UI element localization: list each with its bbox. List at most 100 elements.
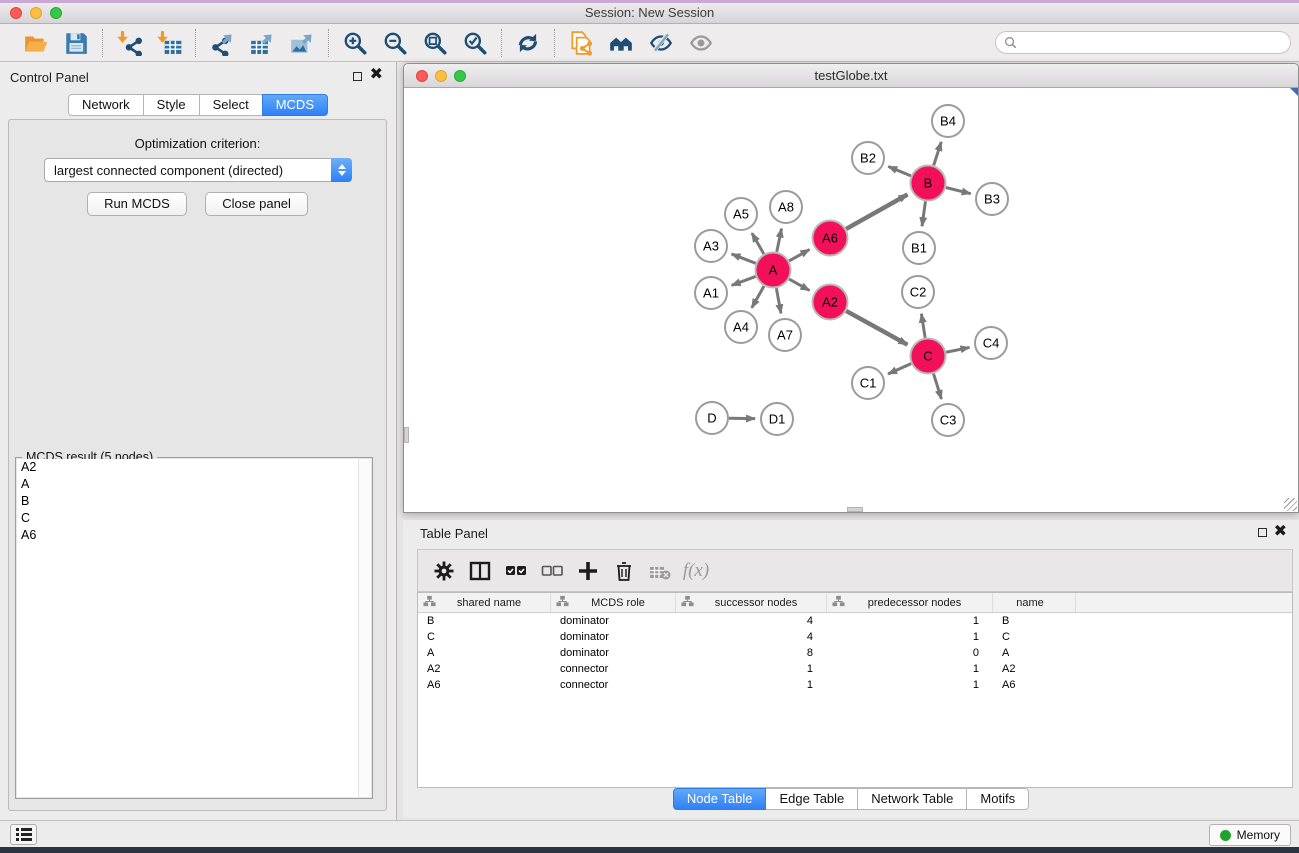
table-cell[interactable]: B bbox=[993, 615, 1076, 627]
run-mcds-button[interactable]: Run MCDS bbox=[87, 192, 187, 216]
export-network-button[interactable] bbox=[206, 28, 238, 58]
tab-network[interactable]: Network bbox=[68, 94, 144, 116]
table-cell[interactable]: 0 bbox=[827, 647, 993, 659]
graph-edge-C-C3[interactable] bbox=[934, 374, 942, 399]
save-session-button[interactable] bbox=[60, 28, 92, 58]
table-cell[interactable]: A2 bbox=[418, 663, 551, 675]
show-all-button[interactable] bbox=[685, 28, 717, 58]
show-columns-button[interactable] bbox=[462, 554, 498, 588]
home-button[interactable] bbox=[605, 28, 637, 58]
hide-selected-button[interactable] bbox=[645, 28, 677, 58]
table-cell[interactable]: connector bbox=[551, 679, 676, 691]
import-table-button[interactable] bbox=[153, 28, 185, 58]
table-row[interactable]: A2connector11A2 bbox=[418, 661, 1292, 677]
graph-edge-A-A3[interactable] bbox=[732, 254, 756, 263]
table-cell[interactable]: B bbox=[418, 615, 551, 627]
graph-edge-B-B1[interactable] bbox=[922, 201, 925, 226]
zoom-out-button[interactable] bbox=[379, 28, 411, 58]
task-history-button[interactable] bbox=[10, 824, 37, 845]
table-cell[interactable]: 1 bbox=[827, 663, 993, 675]
table-cell[interactable]: C bbox=[418, 631, 551, 643]
graph-edge-A-A2[interactable] bbox=[789, 279, 809, 290]
search-input[interactable] bbox=[1022, 36, 1290, 50]
table-row[interactable]: Adominator80A bbox=[418, 645, 1292, 661]
table-cell[interactable]: 1 bbox=[827, 631, 993, 643]
table-row[interactable]: Bdominator41B bbox=[418, 613, 1292, 629]
table-cell[interactable]: dominator bbox=[551, 647, 676, 659]
optimization-criterion-select[interactable]: largest connected component (directed) bbox=[44, 158, 352, 182]
float-panel-icon[interactable] bbox=[353, 72, 362, 81]
node-table[interactable]: shared nameMCDS rolesuccessor nodesprede… bbox=[417, 592, 1293, 788]
table-row[interactable]: Cdominator41C bbox=[418, 629, 1292, 645]
graph-edge-A-A8[interactable] bbox=[777, 229, 782, 252]
tab-network-table[interactable]: Network Table bbox=[857, 788, 967, 810]
export-table-button[interactable] bbox=[246, 28, 278, 58]
main-titlebar[interactable]: Session: New Session bbox=[0, 3, 1299, 24]
column-header-name[interactable]: name bbox=[993, 593, 1076, 612]
network-window-titlebar[interactable]: testGlobe.txt bbox=[404, 64, 1298, 88]
resize-grip-icon[interactable] bbox=[1284, 498, 1297, 511]
column-header-shared-name[interactable]: shared name bbox=[418, 593, 551, 612]
delete-columns-button[interactable] bbox=[606, 554, 642, 588]
table-cell[interactable]: 1 bbox=[827, 615, 993, 627]
zoom-selected-button[interactable] bbox=[459, 28, 491, 58]
table-settings-button[interactable] bbox=[426, 554, 462, 588]
search-field[interactable] bbox=[995, 31, 1291, 54]
graph-edge-A2-C[interactable] bbox=[846, 311, 907, 345]
network-canvas[interactable]: B4B2BB3B1A5A8A3A6AA1A2C2A4A7CC4C1C3DD1 bbox=[404, 88, 1298, 512]
table-cell[interactable]: dominator bbox=[551, 631, 676, 643]
tab-motifs[interactable]: Motifs bbox=[966, 788, 1029, 810]
zoom-fit-button[interactable] bbox=[419, 28, 451, 58]
result-item[interactable]: A6 bbox=[17, 527, 358, 544]
graph-edge-B-B4[interactable] bbox=[934, 142, 942, 165]
graph-edge-A-A6[interactable] bbox=[789, 250, 809, 261]
apply-layout-button[interactable] bbox=[512, 28, 544, 58]
table-cell[interactable]: dominator bbox=[551, 615, 676, 627]
result-item[interactable]: B bbox=[17, 493, 358, 510]
deselect-all-button[interactable] bbox=[534, 554, 570, 588]
graph-edge-A-A1[interactable] bbox=[732, 276, 756, 285]
column-header-successor-nodes[interactable]: successor nodes bbox=[676, 593, 827, 612]
table-cell[interactable]: A6 bbox=[993, 679, 1076, 691]
export-image-button[interactable] bbox=[286, 28, 318, 58]
close-table-panel-icon[interactable]: ✖ bbox=[1274, 522, 1287, 542]
close-panel-button[interactable]: Close panel bbox=[205, 192, 308, 216]
import-network-button[interactable] bbox=[113, 28, 145, 58]
left-grip[interactable] bbox=[404, 427, 409, 443]
table-cell[interactable]: 1 bbox=[676, 663, 827, 675]
select-all-button[interactable] bbox=[498, 554, 534, 588]
graph-edge-A-A7[interactable] bbox=[776, 288, 781, 313]
open-session-button[interactable] bbox=[20, 28, 52, 58]
table-cell[interactable]: 1 bbox=[827, 679, 993, 691]
graph-edge-B-B3[interactable] bbox=[946, 187, 971, 193]
result-item[interactable]: A2 bbox=[17, 459, 358, 476]
table-cell[interactable]: A6 bbox=[418, 679, 551, 691]
table-cell[interactable]: connector bbox=[551, 663, 676, 675]
memory-button[interactable]: Memory bbox=[1209, 824, 1291, 846]
graph-edge-A-A4[interactable] bbox=[752, 286, 764, 308]
table-row[interactable]: A6connector11A6 bbox=[418, 677, 1292, 693]
table-cell[interactable]: A bbox=[418, 647, 551, 659]
graph-edge-C-C2[interactable] bbox=[921, 314, 925, 338]
graph-edge-A-A5[interactable] bbox=[752, 233, 764, 254]
zoom-in-button[interactable] bbox=[339, 28, 371, 58]
table-cell[interactable]: A2 bbox=[993, 663, 1076, 675]
network-view-window[interactable]: testGlobe.txt B4B2BB3B1A5A8A3A6AA1A2C2A4… bbox=[403, 63, 1299, 513]
column-header-MCDS-role[interactable]: MCDS role bbox=[551, 593, 676, 612]
tab-style[interactable]: Style bbox=[143, 94, 200, 116]
bottom-grip[interactable] bbox=[847, 507, 863, 512]
column-header-predecessor-nodes[interactable]: predecessor nodes bbox=[827, 593, 993, 612]
result-item[interactable]: C bbox=[17, 510, 358, 527]
mcds-result-list[interactable]: A2ABCA6 bbox=[17, 459, 358, 797]
result-scrollbar[interactable] bbox=[358, 459, 371, 797]
table-cell[interactable]: A bbox=[993, 647, 1076, 659]
tab-mcds[interactable]: MCDS bbox=[262, 94, 328, 116]
graph-edge-C-C1[interactable] bbox=[888, 364, 911, 374]
tab-edge-table[interactable]: Edge Table bbox=[765, 788, 858, 810]
table-cell[interactable]: 4 bbox=[676, 615, 827, 627]
float-table-panel-icon[interactable] bbox=[1258, 528, 1267, 537]
graph-edge-A6-B[interactable] bbox=[846, 195, 907, 229]
result-item[interactable]: A bbox=[17, 476, 358, 493]
table-cell[interactable]: 8 bbox=[676, 647, 827, 659]
graph-edge-C-C4[interactable] bbox=[946, 347, 969, 352]
